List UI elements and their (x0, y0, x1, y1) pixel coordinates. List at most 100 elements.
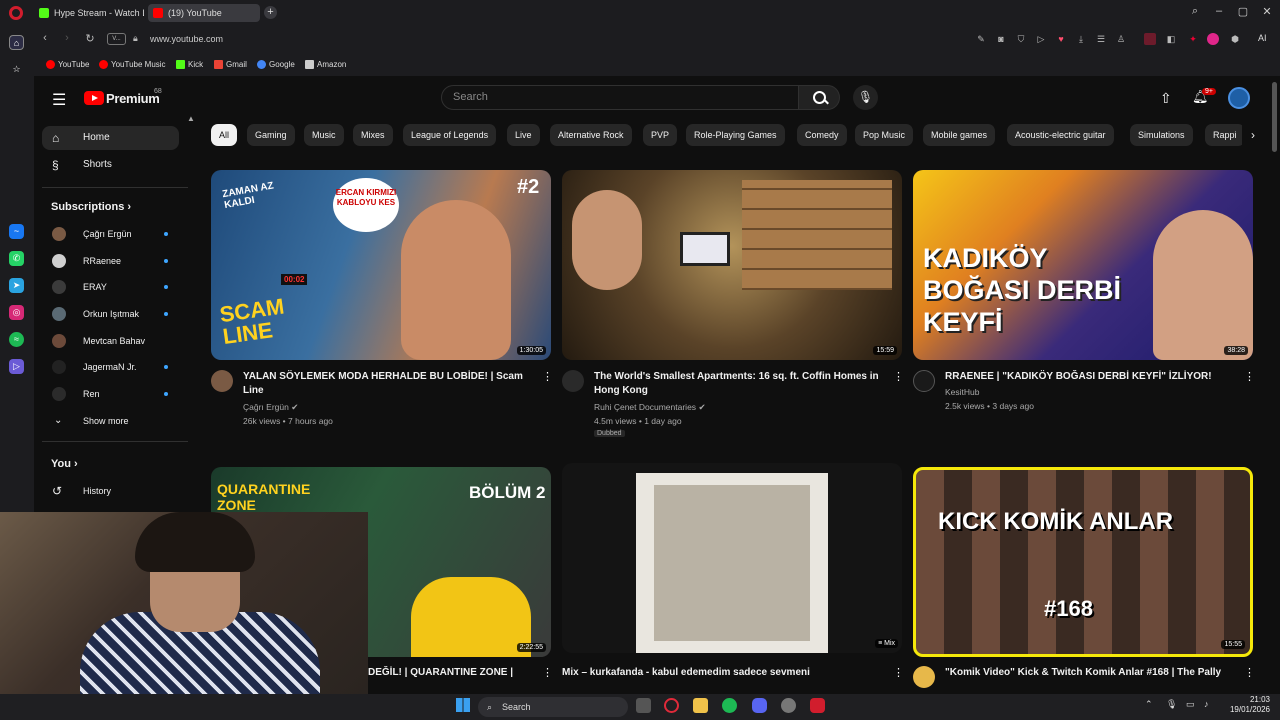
spotify-icon[interactable]: ≈ (9, 332, 24, 347)
video-title[interactable]: RRAENEE | "KADIKÖY BOĞASI DERBİ KEYFİ" İ… (945, 370, 1235, 384)
new-tab-button[interactable]: + (264, 6, 277, 19)
tab-search-icon[interactable]: ⌕ (1187, 5, 1203, 18)
chip-acoustic-electric-guitar[interactable]: Acoustic-electric guitar (1007, 124, 1114, 146)
vpn-badge[interactable]: V... (107, 33, 126, 45)
video-title[interactable]: YALAN SÖYLEMEK MODA HERHALDE BU LOBİDE! … (243, 370, 533, 398)
chevron-right-icon[interactable]: › (1242, 124, 1264, 146)
channel-avatar[interactable] (211, 370, 233, 392)
lock-icon[interactable]: 🔒︎ (133, 33, 138, 44)
scrollbar-thumb[interactable] (1272, 82, 1277, 152)
you-header[interactable]: You › (51, 458, 78, 470)
subscription-item[interactable]: Mevtcan Bahav (42, 331, 179, 351)
windows-start-icon[interactable] (456, 698, 470, 712)
edit-icon[interactable]: ✎ (975, 33, 987, 45)
video-thumbnail[interactable]: KADIKÖY BOĞASI DERBİ KEYFİ 38:28 (913, 170, 1253, 360)
microphone-icon[interactable]: 🎙︎ (853, 85, 878, 110)
back-button[interactable]: ‹ (38, 32, 52, 44)
sidebar-item-home[interactable]: ⌂ Home (42, 126, 179, 150)
play-icon[interactable]: ▷ (1035, 33, 1047, 45)
show-more-button[interactable]: ⌄ Show more (42, 411, 179, 431)
extension-icon[interactable] (1144, 33, 1156, 45)
chevron-up-icon[interactable]: ⌃ (1145, 699, 1153, 710)
bookmark-google[interactable]: Google (257, 60, 295, 69)
chip-mixes[interactable]: Mixes (353, 124, 393, 146)
tab-hype-stream[interactable]: Hype Stream - Watch Live (34, 4, 144, 22)
minimize-button[interactable]: – (1211, 5, 1227, 17)
more-options-icon[interactable]: ⋮ (542, 370, 553, 383)
chip-all[interactable]: All (211, 124, 238, 146)
url-field[interactable]: www.youtube.com (150, 34, 223, 44)
tab-youtube[interactable]: (19) YouTube (148, 4, 260, 22)
spotify-taskbar-icon[interactable] (722, 698, 737, 713)
more-options-icon[interactable]: ⋮ (1244, 666, 1255, 679)
hamburger-menu-icon[interactable]: ☰ (52, 90, 66, 110)
chip-music[interactable]: Music (304, 124, 344, 146)
more-options-icon[interactable]: ⋮ (893, 666, 904, 679)
close-window-button[interactable]: ✕ (1259, 5, 1275, 18)
chip-comedy[interactable]: Comedy (797, 124, 847, 146)
extension-icon-2[interactable]: ◧ (1165, 33, 1177, 45)
opera-gx-taskbar-icon[interactable] (810, 698, 825, 713)
bookmark-kick[interactable]: Kick (176, 60, 203, 69)
upload-icon[interactable]: ⇧ (1160, 90, 1172, 107)
search-input[interactable]: Search (441, 85, 799, 110)
taskbar-search[interactable]: ⌕ Search (478, 697, 628, 717)
chip-league-of-legends[interactable]: League of Legends (403, 124, 497, 146)
download-icon[interactable]: ⤓ (1075, 33, 1087, 45)
settings-taskbar-icon[interactable] (781, 698, 796, 713)
video-title[interactable]: The World's Smallest Apartments: 16 sq. … (594, 370, 884, 398)
shield-icon[interactable]: ⛉ (1015, 33, 1027, 45)
chip-rapping[interactable]: Rappi (1205, 124, 1245, 146)
instagram-icon[interactable]: ◎ (9, 305, 24, 320)
chip-pvp[interactable]: PVP (643, 124, 678, 146)
bookmark-youtube-music[interactable]: YouTube Music (99, 60, 166, 69)
chip-gaming[interactable]: Gaming (247, 124, 295, 146)
video-title[interactable]: Mix – kurkafanda - kabul edemedim sadece… (562, 666, 882, 680)
bookmark-gmail[interactable]: Gmail (214, 60, 247, 69)
subscription-item[interactable]: JagermaN Jr. (42, 357, 179, 377)
channel-name[interactable]: Çağrı Ergün ✔︎ (243, 402, 298, 413)
menu-list-icon[interactable]: ☰ (1095, 33, 1107, 45)
more-options-icon[interactable]: ⋮ (893, 370, 904, 383)
video-thumbnail[interactable]: KICK KOMİK ANLAR #168 15:55 (913, 467, 1253, 657)
opera-logo-icon[interactable] (9, 6, 23, 20)
extension-icon-3[interactable]: ✦ (1187, 33, 1199, 45)
home-icon[interactable]: ⌂ (9, 35, 24, 50)
opera-taskbar-icon[interactable] (664, 698, 679, 713)
subscription-item[interactable]: ERAY (42, 277, 179, 297)
avatar[interactable] (1228, 87, 1250, 109)
video-thumbnail[interactable]: SCAM LINE #2 ERCAN KIRMIZI KABLOYU KES Z… (211, 170, 551, 360)
channel-avatar[interactable] (913, 370, 935, 392)
volume-icon[interactable]: ♪ (1204, 699, 1209, 709)
messenger-icon[interactable]: ~ (9, 224, 24, 239)
bookmark-amazon[interactable]: Amazon (305, 60, 346, 69)
search-button[interactable] (798, 85, 840, 110)
chip-mobile-games[interactable]: Mobile games (923, 124, 996, 146)
reload-button[interactable]: ↻ (83, 32, 97, 45)
ai-button[interactable]: AI (1258, 33, 1267, 43)
telegram-icon[interactable]: ➤ (9, 278, 24, 293)
chip-role-playing-games[interactable]: Role-Playing Games (686, 124, 785, 146)
discord-taskbar-icon[interactable] (752, 698, 767, 713)
subscription-item[interactable]: RRaenee (42, 251, 179, 271)
extension-icon-4[interactable] (1207, 33, 1219, 45)
camera-icon[interactable]: ◙ (995, 33, 1007, 45)
youtube-logo-icon[interactable] (84, 91, 104, 105)
more-options-icon[interactable]: ⋮ (542, 666, 553, 679)
channel-avatar[interactable] (913, 666, 935, 688)
more-options-icon[interactable]: ⋮ (1244, 370, 1255, 383)
file-explorer-icon[interactable] (693, 698, 708, 713)
video-thumbnail[interactable]: 15:59 (562, 170, 902, 360)
subscription-item[interactable]: Ren (42, 384, 179, 404)
maximize-button[interactable]: ▢ (1235, 5, 1251, 18)
chip-alternative-rock[interactable]: Alternative Rock (550, 124, 632, 146)
sidebar-item-history[interactable]: ↺ History (42, 481, 179, 501)
channel-avatar[interactable] (562, 370, 584, 392)
profile-icon[interactable]: ♙ (1115, 33, 1127, 45)
bookmark-youtube[interactable]: YouTube (46, 60, 89, 69)
subscription-item[interactable]: Orkun Işıtmak (42, 304, 179, 324)
channel-name[interactable]: Ruhi Çenet Documentaries ✔︎ (594, 402, 706, 413)
whatsapp-icon[interactable]: ✆ (9, 251, 24, 266)
player-icon[interactable]: ▷ (9, 359, 24, 374)
puzzle-icon[interactable]: ⬢ (1229, 33, 1241, 45)
